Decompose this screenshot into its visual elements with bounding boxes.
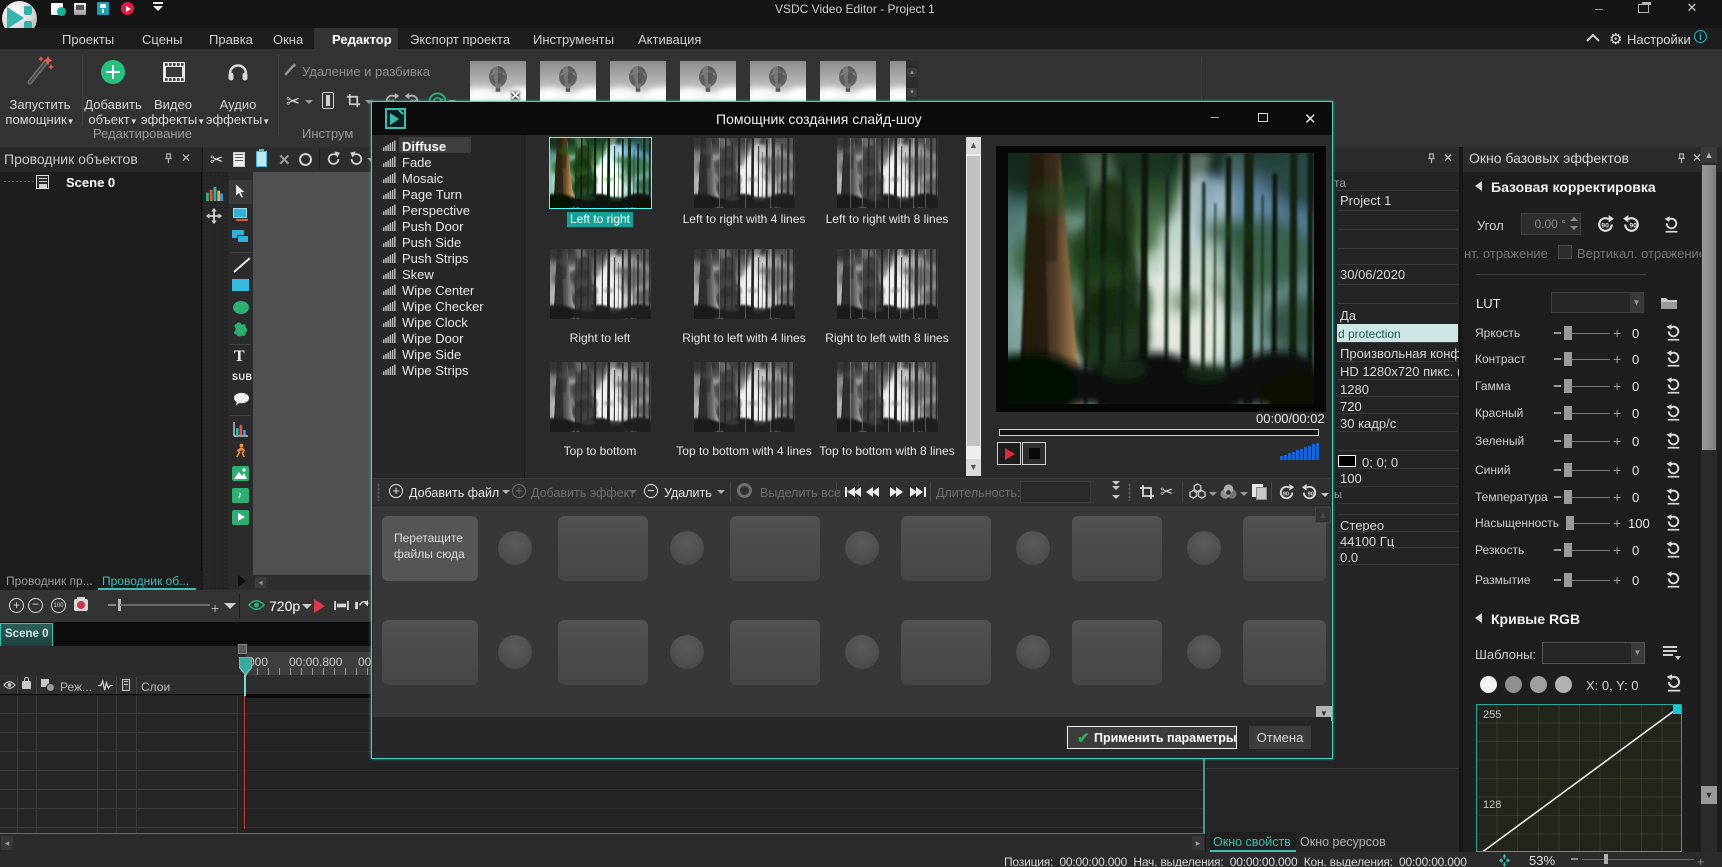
svg-text:90: 90: [1308, 491, 1314, 497]
svg-text:90: 90: [1283, 491, 1289, 497]
svg-text:90: 90: [1601, 223, 1609, 230]
svg-text:90: 90: [1629, 223, 1637, 230]
